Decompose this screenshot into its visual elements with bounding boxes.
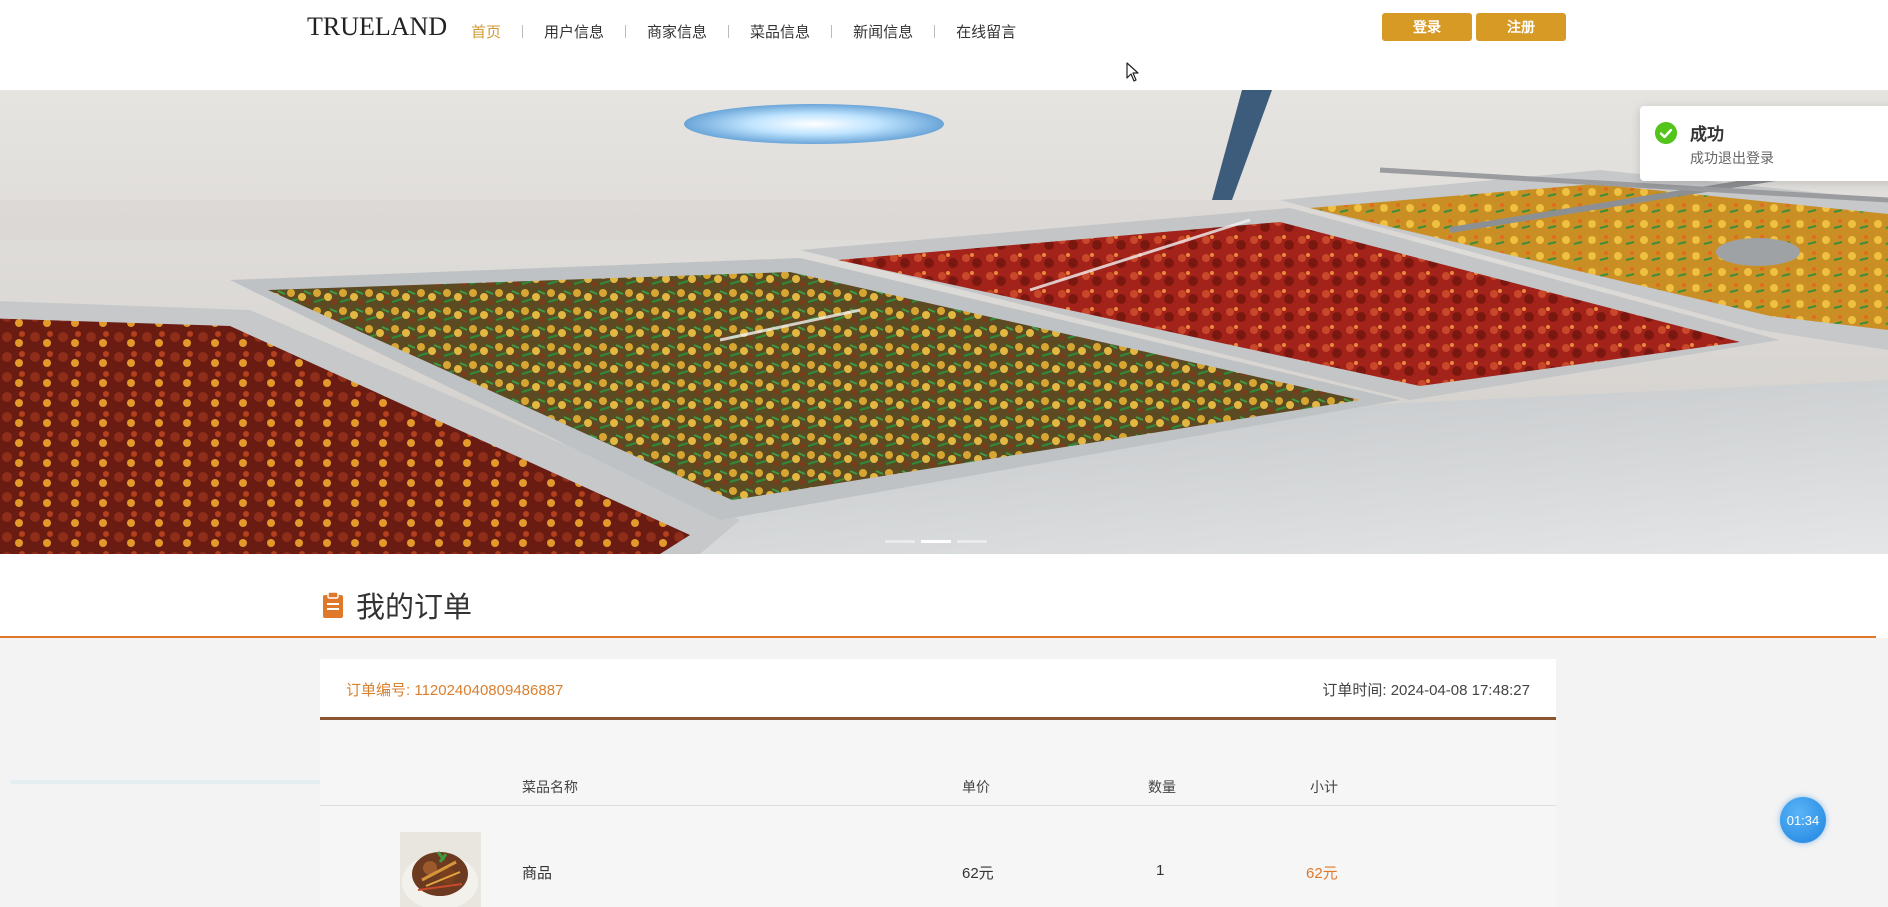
item-name: 商品 [522, 865, 553, 882]
site-logo[interactable]: TRUELAND [307, 12, 447, 42]
top-header: TRUELAND 首页 用户信息 商家信息 菜品信息 新闻信息 在线留言 登录 … [0, 0, 1888, 90]
column-header-unit-price: 单价 [962, 779, 990, 795]
nav-item-users[interactable]: 用户信息 [523, 21, 625, 42]
carousel-dot[interactable] [957, 540, 987, 543]
order-number: 订单编号: 112024040809486887 [346, 682, 564, 699]
order-header: 订单编号: 112024040809486887 订单时间: 2024-04-0… [320, 659, 1556, 719]
food-buffet-image [0, 90, 1888, 554]
nav-item-messages[interactable]: 在线留言 [935, 21, 1037, 42]
mouse-cursor-icon [1126, 62, 1139, 82]
login-button[interactable]: 登录 [1382, 13, 1472, 41]
item-subtotal: 62元 [1306, 865, 1338, 882]
order-card: 订单编号: 112024040809486887 订单时间: 2024-04-0… [320, 659, 1556, 907]
clipboard-icon [323, 591, 343, 618]
carousel-dot[interactable] [885, 540, 915, 543]
main-nav: 首页 用户信息 商家信息 菜品信息 新闻信息 在线留言 [466, 18, 1037, 44]
column-header-quantity: 数量 [1148, 779, 1176, 795]
register-button[interactable]: 注册 [1476, 13, 1566, 41]
toast-message: 成功退出登录 [1690, 150, 1774, 166]
nav-item-news[interactable]: 新闻信息 [832, 21, 934, 42]
timer-badge[interactable]: 01:34 [1780, 797, 1826, 843]
nav-item-home[interactable]: 首页 [466, 21, 522, 42]
order-header-divider [320, 717, 1556, 720]
check-circle-icon [1655, 122, 1677, 144]
product-thumbnail[interactable] [400, 832, 481, 907]
success-toast: 成功 成功退出登录 [1640, 106, 1888, 181]
banner-carousel[interactable] [0, 90, 1888, 554]
nav-item-merchants[interactable]: 商家信息 [626, 21, 728, 42]
auth-buttons: 登录 注册 [1382, 13, 1566, 41]
orders-heading: 我的订单 [322, 584, 472, 626]
column-header-subtotal: 小计 [1310, 779, 1338, 795]
carousel-indicators [885, 540, 987, 543]
column-header-name: 菜品名称 [522, 779, 578, 795]
page-title: 我的订单 [356, 592, 473, 624]
toast-title: 成功 [1690, 125, 1724, 144]
item-quantity: 1 [1156, 862, 1165, 879]
nav-item-dishes[interactable]: 菜品信息 [729, 21, 831, 42]
page: TRUELAND 首页 用户信息 商家信息 菜品信息 新闻信息 在线留言 登录 … [0, 0, 1888, 907]
carousel-dot-active[interactable] [921, 540, 951, 543]
table-header-divider [320, 805, 1556, 806]
item-unit-price: 62元 [962, 865, 994, 882]
order-time: 订单时间: 2024-04-08 17:48:27 [1322, 682, 1530, 699]
